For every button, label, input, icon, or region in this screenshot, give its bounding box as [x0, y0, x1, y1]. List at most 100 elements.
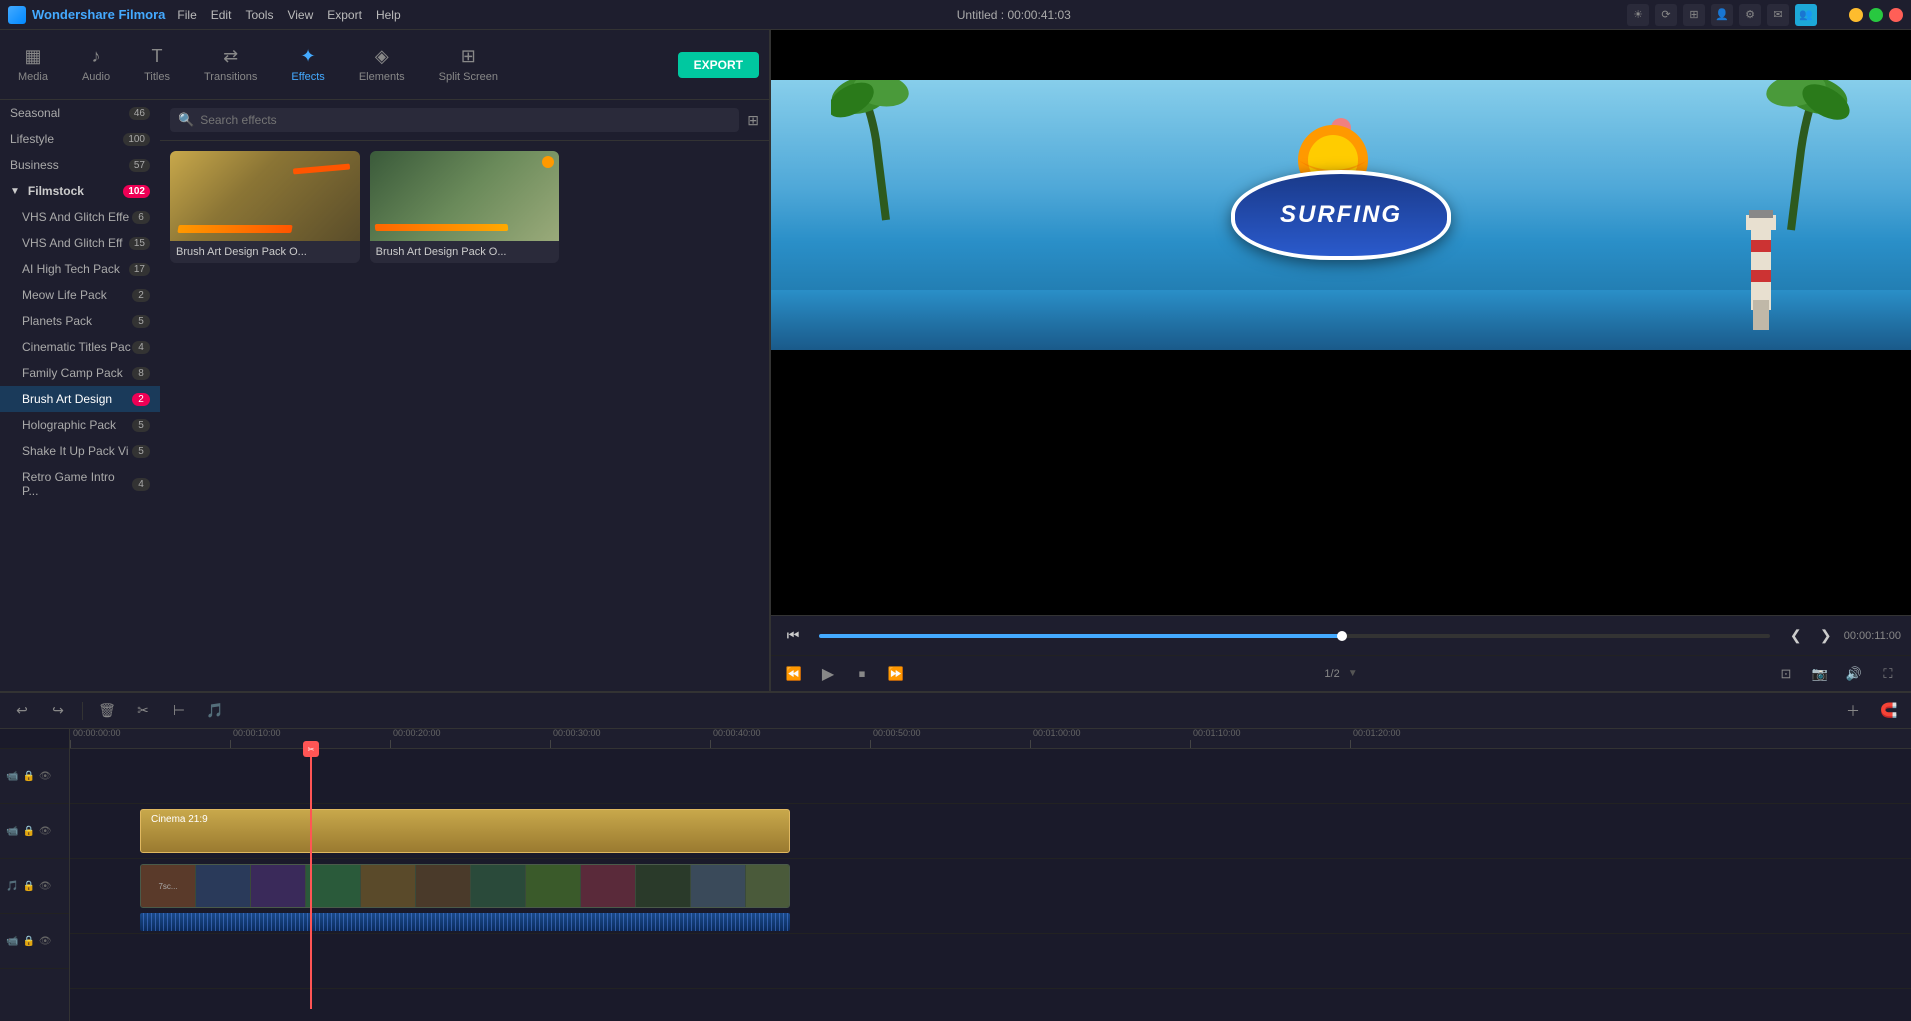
menu-file[interactable]: File	[177, 8, 196, 22]
nav-prev-button[interactable]: ❮	[1784, 624, 1808, 648]
category-shake-it-up[interactable]: Shake It Up Pack Vi 5	[0, 438, 160, 464]
audio-icon: ♪	[92, 46, 101, 67]
track-3-eye-icon[interactable]: 👁	[39, 881, 52, 892]
tb-icon-user[interactable]: 👤	[1711, 4, 1733, 26]
tb-icon-mail[interactable]: ✉	[1767, 4, 1789, 26]
undo-button[interactable]: ↩	[10, 699, 34, 723]
nav-next-button[interactable]: ❯	[1814, 624, 1838, 648]
pb-ctrl-center: 1/2 ▼	[1324, 668, 1357, 680]
category-brush-art-design[interactable]: Brush Art Design 2	[0, 386, 160, 412]
toolbar-split-screen[interactable]: ⊞ Split Screen	[431, 42, 506, 87]
category-cinematic-titles[interactable]: Cinematic Titles Pac 4	[0, 334, 160, 360]
ruler-spacer	[0, 729, 69, 749]
redo-button[interactable]: ↪	[46, 699, 70, 723]
menu-edit[interactable]: Edit	[211, 8, 232, 22]
menu-tools[interactable]: Tools	[245, 8, 273, 22]
go-start-button[interactable]: ⏮	[781, 624, 805, 648]
split-button[interactable]: ⊢	[167, 699, 191, 723]
minimize-button[interactable]	[1849, 8, 1863, 22]
clip-cinema[interactable]: Cinema 21:9	[140, 809, 790, 853]
effect-card-brush2[interactable]: Brush Art Design Pack O...	[370, 151, 560, 263]
menu-help[interactable]: Help	[376, 8, 401, 22]
menu-view[interactable]: View	[287, 8, 313, 22]
effects-body: Seasonal 46 Lifestyle 100 Business 57 ▼	[0, 100, 769, 691]
cut-button[interactable]: ✂	[131, 699, 155, 723]
play-pause-button[interactable]: ▶	[815, 661, 841, 687]
category-meow-life[interactable]: Meow Life Pack 2	[0, 282, 160, 308]
stop-button[interactable]: ⏹	[849, 661, 875, 687]
category-planets[interactable]: Planets Pack 5	[0, 308, 160, 334]
audio-detach-button[interactable]: 🎵	[203, 699, 227, 723]
track-label-1[interactable]: 📹 🔒 👁	[0, 749, 69, 804]
ruler-mark-4: 00:00:40:00	[710, 729, 870, 748]
track-4-eye-icon[interactable]: 👁	[39, 936, 52, 947]
track-2-eye-icon[interactable]: 👁	[39, 826, 52, 837]
tl-sep-1	[82, 702, 83, 720]
progress-bar[interactable]	[819, 634, 1770, 638]
sticker-thumb-1: 7sc...	[141, 865, 196, 907]
rewind-button[interactable]: ⏪	[781, 661, 807, 687]
track-area[interactable]: 00:00:00:00 00:00:10:00 00:00:20:00	[70, 729, 1911, 1021]
fast-forward-button[interactable]: ⏩	[883, 661, 909, 687]
clip-stickers[interactable]: 7sc...	[140, 864, 790, 908]
track-label-2[interactable]: 📹 🔒 👁	[0, 804, 69, 859]
tb-icon-sync[interactable]: ⟳	[1655, 4, 1677, 26]
track-label-3[interactable]: 🎵 🔒 👁	[0, 859, 69, 914]
surfing-scene: SURFING	[771, 80, 1911, 350]
category-vhs-effe[interactable]: VHS And Glitch Effe 6	[0, 204, 160, 230]
palm-left-svg	[831, 80, 951, 240]
category-vhs-effe-label: VHS And Glitch Effe	[22, 210, 129, 224]
maximize-button[interactable]	[1869, 8, 1883, 22]
magnet-button[interactable]: 🧲	[1877, 699, 1901, 723]
add-track-button[interactable]: ＋	[1841, 699, 1865, 723]
category-ai-high-tech[interactable]: AI High Tech Pack 17	[0, 256, 160, 282]
toolbar: ▦ Media ♪ Audio T Titles ⇄ Transitions ✦	[0, 30, 769, 100]
category-vhs-eff[interactable]: VHS And Glitch Eff 15	[0, 230, 160, 256]
category-ai-high-tech-label: AI High Tech Pack	[22, 262, 120, 276]
category-shake-it-up-count: 5	[132, 445, 150, 458]
category-filmstock[interactable]: ▼ Filmstock 102	[0, 178, 160, 204]
close-button[interactable]	[1889, 8, 1903, 22]
toolbar-transitions[interactable]: ⇄ Transitions	[196, 42, 265, 87]
track-2-lock-icon[interactable]: 🔒	[22, 826, 34, 837]
toolbar-elements[interactable]: ◈ Elements	[351, 42, 413, 87]
tb-icon-account[interactable]: 👥	[1795, 4, 1817, 26]
search-input[interactable]	[200, 113, 731, 127]
tb-icon-present[interactable]: ⊞	[1683, 4, 1705, 26]
sticker-thumb-10	[636, 865, 691, 907]
category-lifestyle[interactable]: Lifestyle 100	[0, 126, 160, 152]
category-seasonal[interactable]: Seasonal 46	[0, 100, 160, 126]
grid-view-icon[interactable]: ⊞	[747, 112, 759, 129]
fit-button[interactable]: ⊡	[1773, 661, 1799, 687]
delete-button[interactable]: 🗑	[95, 699, 119, 723]
track-label-4[interactable]: 📹 🔒 👁	[0, 914, 69, 969]
category-family-camp[interactable]: Family Camp Pack 8	[0, 360, 160, 386]
volume-button[interactable]: 🔊	[1841, 661, 1867, 687]
screenshot-button[interactable]: 📷	[1807, 661, 1833, 687]
track-4-lock-icon[interactable]: 🔒	[22, 936, 34, 947]
effect-label-brush2: Brush Art Design Pack O...	[370, 241, 560, 263]
track-1-eye-icon[interactable]: 👁	[39, 771, 52, 782]
track-1-lock-icon[interactable]: 🔒	[22, 771, 34, 782]
playhead[interactable]: ✂	[310, 749, 312, 1009]
tb-icon-sun[interactable]: ☀	[1627, 4, 1649, 26]
toolbar-titles[interactable]: T Titles	[136, 42, 178, 87]
category-business[interactable]: Business 57	[0, 152, 160, 178]
effect-card-brush1[interactable]: Brush Art Design Pack O...	[170, 151, 360, 263]
toolbar-audio[interactable]: ♪ Audio	[74, 42, 118, 87]
category-retro-game[interactable]: Retro Game Intro P... 4	[0, 464, 160, 504]
fullscreen-button[interactable]: ⛶	[1875, 661, 1901, 687]
track-3-lock-icon[interactable]: 🔒	[22, 881, 34, 892]
export-button[interactable]: EXPORT	[678, 52, 759, 78]
sticker-thumb-3	[251, 865, 306, 907]
category-holographic-label: Holographic Pack	[22, 418, 116, 432]
sticker-thumbs: 7sc...	[141, 865, 789, 907]
transitions-icon: ⇄	[223, 46, 238, 67]
toolbar-media[interactable]: ▦ Media	[10, 42, 56, 87]
category-holographic[interactable]: Holographic Pack 5	[0, 412, 160, 438]
sticker-thumb-4	[306, 865, 361, 907]
toolbar-effects[interactable]: ✦ Effects	[283, 42, 332, 87]
search-input-wrap[interactable]: 🔍	[170, 108, 739, 132]
tb-icon-settings[interactable]: ⚙	[1739, 4, 1761, 26]
menu-export[interactable]: Export	[327, 8, 362, 22]
